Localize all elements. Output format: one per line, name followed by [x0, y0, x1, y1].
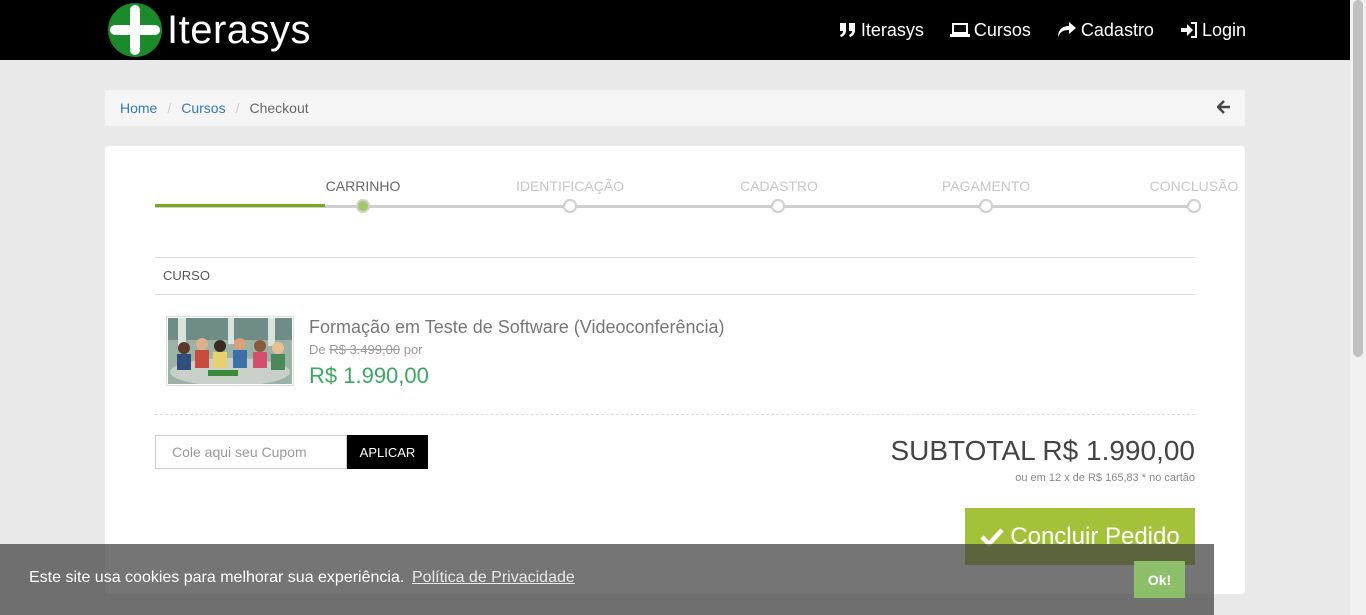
new-price: R$ 1.990,00	[309, 363, 429, 388]
nav-label: Login	[1201, 19, 1246, 40]
cookie-banner: Este site usa cookies para melhorar sua …	[0, 544, 1214, 615]
iterasys-logo-icon	[107, 2, 163, 58]
breadcrumb-home[interactable]: Home	[120, 100, 157, 116]
breadcrumb-cursos[interactable]: Cursos	[181, 100, 225, 116]
back-arrow-icon[interactable]	[1216, 100, 1231, 117]
step-dot-carrinho	[356, 199, 370, 213]
breadcrumb: Home / Cursos / Checkout	[105, 90, 1245, 126]
progress-fill	[155, 204, 325, 207]
nav-label: Cadastro	[1080, 19, 1154, 40]
top-navbar: Iterasys Iterasys Cursos Cadastro Login	[0, 0, 1350, 60]
step-dot-cadastro	[771, 199, 785, 213]
laptop-icon	[949, 22, 970, 38]
apply-coupon-button[interactable]: APLICAR	[347, 435, 428, 469]
step-carrinho: CARRINHO	[325, 178, 401, 194]
breadcrumb-separator: /	[235, 100, 240, 116]
share-arrow-icon	[1057, 21, 1077, 39]
installments-text: ou em 12 x de R$ 165,83 * no cartão	[1015, 472, 1195, 484]
step-identificacao: IDENTIFICAÇÃO	[515, 178, 625, 194]
brand-name: Iterasys	[167, 7, 312, 52]
sign-in-icon	[1180, 22, 1198, 38]
nav-item-login[interactable]: Login	[1180, 20, 1246, 41]
nav-item-cadastro[interactable]: Cadastro	[1057, 20, 1154, 41]
step-dot-conclusao	[1187, 199, 1201, 213]
breadcrumb-separator: /	[167, 100, 172, 116]
step-dot-identificacao	[563, 199, 577, 213]
course-thumbnail[interactable]	[166, 316, 294, 386]
nav-item-cursos[interactable]: Cursos	[949, 19, 1031, 41]
cookie-message: Este site usa cookies para melhorar sua …	[29, 569, 405, 586]
step-cadastro: CADASTRO	[740, 178, 818, 194]
price-line: De R$ 3.499,00 por	[309, 342, 423, 357]
main-nav: Iterasys Cursos Cadastro Login	[813, 0, 1246, 60]
quote-icon	[839, 22, 857, 38]
course-title[interactable]: Formação em Teste de Software (Videoconf…	[309, 317, 725, 338]
nav-label: Cursos	[973, 19, 1031, 40]
checkout-panel: CARRINHO IDENTIFICAÇÃO CADASTRO PAGAMENT…	[105, 146, 1245, 594]
cart-column-header: CURSO	[155, 257, 1195, 295]
page-scrollbar[interactable]	[1350, 0, 1366, 615]
coupon-input[interactable]	[155, 435, 347, 469]
breadcrumb-current: Checkout	[249, 100, 309, 116]
price-prefix: De	[309, 342, 326, 357]
cookie-ok-button[interactable]: Ok!	[1134, 561, 1185, 598]
nav-label: Iterasys	[860, 19, 924, 40]
old-price: R$ 3.499,00	[329, 342, 401, 357]
nav-item-iterasys[interactable]: Iterasys	[839, 20, 924, 41]
step-pagamento: PAGAMENTO	[941, 178, 1031, 194]
step-dot-pagamento	[979, 199, 993, 213]
divider	[155, 414, 1195, 415]
brand[interactable]: Iterasys	[107, 2, 311, 58]
step-conclusao: CONCLUSÃO	[1149, 178, 1239, 194]
subtotal: SUBTOTAL R$ 1.990,00	[890, 435, 1195, 466]
price-suffix: por	[403, 342, 423, 357]
scrollbar-thumb[interactable]	[1353, 0, 1363, 357]
privacy-policy-link[interactable]: Política de Privacidade	[412, 569, 575, 587]
